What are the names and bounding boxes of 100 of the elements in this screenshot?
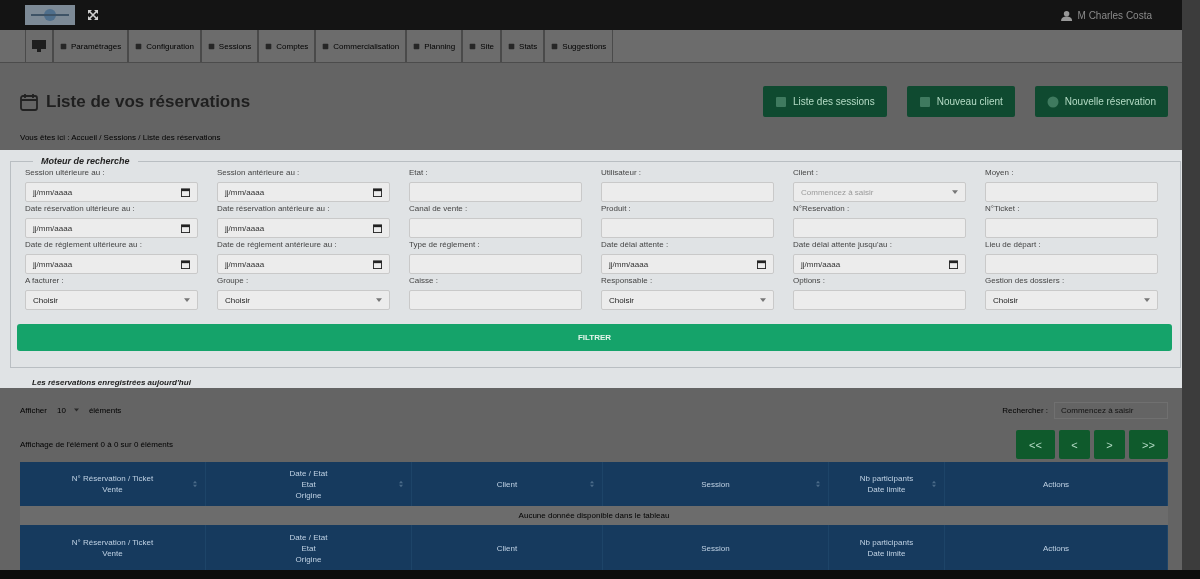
input-field[interactable] (985, 254, 1158, 274)
nav-item[interactable]: Site (462, 30, 502, 62)
show-suffix: éléments (88, 405, 122, 415)
user-name[interactable]: M Charles Costa (1077, 9, 1152, 21)
input-field[interactable] (985, 182, 1158, 202)
column-header: Client (496, 542, 518, 554)
calendar-icon[interactable] (949, 259, 958, 269)
field-label: Gestion des dossiers : (985, 276, 1066, 287)
column-header[interactable]: Session (701, 478, 730, 490)
page-title: Liste de vos réservations (46, 91, 251, 112)
caret-icon (73, 408, 79, 412)
caret-icon (376, 298, 382, 302)
field-label: Date de réglement antérieure au : (217, 240, 338, 251)
field-label: N°Ticket : (985, 204, 1021, 215)
select-field[interactable]: Choisir (25, 290, 198, 310)
calendar-icon[interactable] (757, 259, 766, 269)
calendar-icon[interactable] (181, 259, 190, 269)
panel-legend: Moteur de recherche (33, 156, 138, 166)
calendar-icon[interactable] (373, 259, 382, 269)
date-field[interactable]: jj/mm/aaaa (25, 218, 198, 238)
date-field[interactable]: jj/mm/aaaa (217, 254, 390, 274)
field-label: Date délai attente : (601, 240, 670, 251)
input-field[interactable] (409, 182, 582, 202)
date-field[interactable]: jj/mm/aaaa (25, 254, 198, 274)
field-label: Moyen : (985, 168, 1015, 179)
nav-icon (322, 42, 330, 50)
input-field[interactable] (409, 218, 582, 238)
pagination-button[interactable]: << (1016, 430, 1055, 459)
nav-item[interactable]: Configuration (128, 30, 201, 62)
input-field[interactable] (793, 218, 966, 238)
table-info: Affichage de l'élément 0 à 0 sur 0 éléments (20, 440, 174, 449)
column-header[interactable]: Client (496, 478, 518, 490)
select-field[interactable]: Choisir (601, 290, 774, 310)
header-button[interactable]: Nouveau client (906, 86, 1015, 117)
field-label: Responsable : (601, 276, 654, 287)
input-field[interactable] (601, 218, 774, 238)
field-label: Produit : (601, 204, 632, 215)
column-header: N° Réservation / Ticket Vente (71, 537, 154, 559)
column-header[interactable]: Actions (1042, 478, 1070, 490)
nav-item[interactable]: Sessions (200, 30, 259, 62)
select-field[interactable]: Choisir (217, 290, 390, 310)
nav-item[interactable]: Suggestions (544, 30, 614, 62)
empty-message: Aucune donnée disponible dans le tableau (518, 511, 670, 520)
column-header: Date / Etat Etat Origine (289, 531, 328, 565)
page-size-select[interactable]: 10 (53, 405, 83, 415)
input-field[interactable] (601, 182, 774, 202)
pagination-button[interactable]: < (1059, 430, 1090, 459)
date-field[interactable]: jj/mm/aaaa (601, 254, 774, 274)
field-label: Date délai attente jusqu'au : (793, 240, 893, 251)
pagination-button[interactable]: >> (1129, 430, 1168, 459)
select-field[interactable]: Choisir (985, 290, 1158, 310)
nav-item[interactable]: Stats (501, 30, 545, 62)
input-field[interactable] (985, 218, 1158, 238)
monitor-icon (32, 40, 46, 52)
scrollbar[interactable] (1182, 0, 1200, 570)
field-label: Groupe : (217, 276, 250, 287)
caret-icon (760, 298, 766, 302)
nav-item[interactable]: Comptes (258, 30, 316, 62)
column-header: Session (701, 542, 730, 554)
date-field[interactable]: jj/mm/aaaa (793, 254, 966, 274)
calendar-icon[interactable] (373, 223, 382, 233)
breadcrumb: Vous êtes ici : Accueil / Sessions / Liste des réservations (20, 133, 222, 142)
field-label: Date réservation ultérieure au : (25, 204, 136, 215)
field-label: N°Reservation : (793, 204, 851, 215)
column-header[interactable]: Nb participants Date limite (859, 473, 914, 495)
pagination-button[interactable]: > (1094, 430, 1125, 459)
nav-icon (508, 42, 516, 50)
input-field[interactable] (409, 254, 582, 274)
column-header[interactable]: Date / Etat Etat Origine (289, 467, 328, 501)
nav-item[interactable]: Commercialisation (315, 30, 407, 62)
button-icon (1046, 95, 1059, 108)
date-field[interactable]: jj/mm/aaaa (217, 182, 390, 202)
calendar-icon[interactable] (181, 223, 190, 233)
date-field[interactable]: jj/mm/aaaa (217, 218, 390, 238)
calendar-icon[interactable] (373, 187, 382, 197)
nav-item[interactable]: Planning (406, 30, 463, 62)
nav-icon (469, 42, 477, 50)
button-icon (774, 95, 787, 108)
header-button[interactable]: Liste des sessions (762, 86, 887, 117)
expand-icon[interactable] (87, 9, 99, 21)
column-header: Actions (1042, 542, 1070, 554)
button-icon (918, 95, 931, 108)
date-field[interactable]: jj/mm/aaaa (25, 182, 198, 202)
user-icon (1060, 9, 1074, 21)
input-field[interactable] (409, 290, 582, 310)
header-button[interactable]: Nouvelle réservation (1034, 86, 1168, 117)
input-field[interactable] (793, 290, 966, 310)
nav-item[interactable] (25, 30, 53, 62)
nav-icon (60, 42, 67, 50)
column-header[interactable]: N° Réservation / Ticket Vente (71, 473, 154, 495)
field-label: Date de réglement ultérieure au : (25, 240, 143, 251)
section-legend: Les réservations enregistrées aujourd'hui (32, 378, 191, 387)
nav-item[interactable]: Paramétrages (53, 30, 129, 62)
field-label: Session antérieure au : (217, 168, 301, 179)
nav-icon (413, 42, 421, 50)
field-label: Canal de vente : (409, 204, 469, 215)
calendar-icon[interactable] (181, 187, 190, 197)
nav-icon (207, 42, 215, 50)
search-label: Rechercher : (1002, 405, 1048, 415)
caret-icon (1144, 298, 1150, 302)
